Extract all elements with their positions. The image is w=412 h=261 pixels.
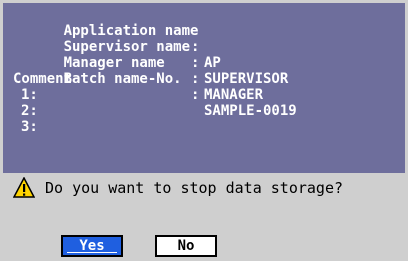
info-panel: Application name : AP Supervisor name : …: [3, 3, 405, 173]
no-button[interactable]: No: [155, 235, 217, 257]
comment-label: Comment: [13, 71, 73, 87]
field-value: SUPERVISOR: [204, 71, 289, 87]
prompt-row: Do you want to stop data storage?: [3, 177, 405, 199]
field-separator: :: [191, 39, 200, 55]
stop-storage-dialog: Application name : AP Supervisor name : …: [0, 0, 408, 261]
field-separator: :: [191, 55, 200, 71]
field-value: AP: [204, 55, 221, 71]
field-value: MANAGER: [204, 87, 264, 103]
field-separator: :: [191, 71, 200, 87]
yes-button-underline: [67, 252, 117, 253]
field-batch-name-no: Batch name-No. : SAMPLE-0019: [13, 55, 297, 119]
field-application-name: Application name : AP: [13, 7, 221, 71]
warning-icon: [13, 177, 35, 198]
no-button-label: No: [177, 238, 195, 254]
field-manager-name: Manager name : MANAGER: [13, 39, 263, 103]
comment-line-1: 1:: [21, 87, 38, 103]
prompt-message: Do you want to stop data storage?: [45, 179, 344, 197]
comment-line-2: 2:: [21, 103, 38, 119]
comment-line-3: 3:: [21, 119, 38, 135]
field-label: Batch name-No.: [63, 71, 182, 87]
field-separator: :: [191, 87, 200, 103]
field-value: SAMPLE-0019: [204, 103, 297, 119]
field-supervisor-name: Supervisor name : SUPERVISOR: [13, 23, 289, 87]
yes-button[interactable]: Yes: [61, 235, 123, 257]
